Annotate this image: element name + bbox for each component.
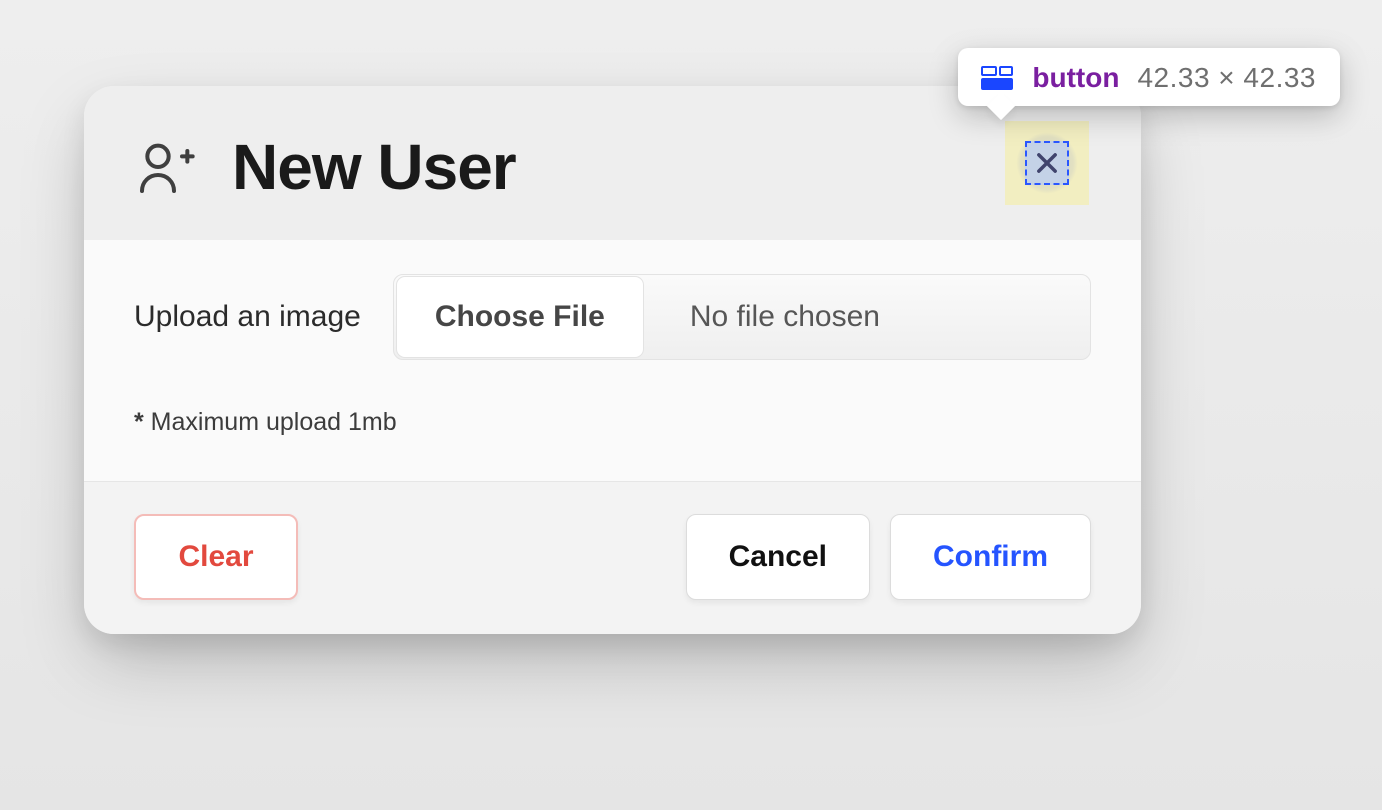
upload-note: * Maximum upload 1mb — [134, 408, 1091, 437]
choose-file-button[interactable]: Choose File — [396, 276, 644, 358]
devtools-highlight — [1005, 121, 1089, 205]
dialog-body: Upload an image Choose File No file chos… — [84, 240, 1141, 481]
file-input[interactable]: Choose File No file chosen — [393, 274, 1091, 360]
devtools-inspect-tooltip: button 42.33 × 42.33 — [958, 48, 1340, 106]
file-status-text: No file chosen — [646, 300, 880, 334]
confirm-button[interactable]: Confirm — [890, 514, 1091, 600]
close-button[interactable] — [1005, 121, 1089, 205]
dialog-header: New User — [84, 86, 1141, 240]
dialog-footer: Clear Cancel Confirm — [84, 481, 1141, 634]
user-plus-icon — [134, 135, 198, 199]
upload-label: Upload an image — [134, 300, 361, 334]
new-user-dialog: New User Upload an image — [84, 86, 1141, 634]
inspect-dimensions: 42.33 × 42.33 — [1137, 62, 1316, 94]
clear-button[interactable]: Clear — [134, 514, 298, 600]
flex-layout-icon — [980, 65, 1014, 91]
dialog-title: New User — [232, 130, 516, 204]
close-icon — [1025, 141, 1069, 185]
inspect-element-tag: button — [1032, 62, 1119, 94]
cancel-button[interactable]: Cancel — [686, 514, 870, 600]
